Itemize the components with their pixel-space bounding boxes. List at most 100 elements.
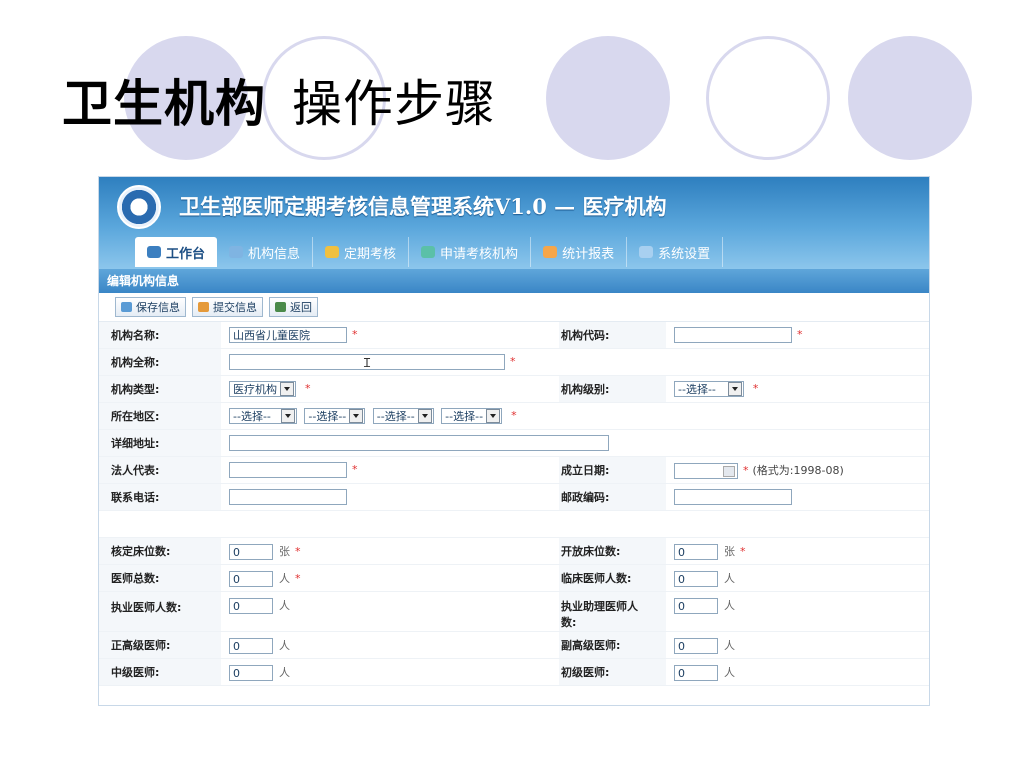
tab-label: 工作台 [166, 246, 206, 262]
phone-input[interactable] [229, 489, 347, 505]
assoc-senior-doctors-label: 副高级医师: [559, 631, 666, 659]
required-mark: * [295, 544, 301, 558]
form-row: 法人代表: * 成立日期: * (格式为:1998-08) [99, 456, 929, 484]
submit-button[interactable]: 提交信息 [192, 297, 263, 317]
form-row: 机构名称: 山西省儿童医院 * 机构代码: * [99, 322, 929, 349]
region-county-select[interactable]: --选择-- [372, 408, 434, 424]
required-mark: * [752, 382, 759, 395]
founded-date-label: 成立日期: [559, 456, 666, 484]
region-selected-value: --选择-- [308, 410, 347, 423]
save-icon [121, 302, 132, 312]
region-city-select[interactable]: --选择-- [304, 408, 366, 424]
date-format-hint: (格式为:1998-08) [752, 463, 844, 477]
region-town-select[interactable]: --选择-- [441, 408, 503, 424]
decor-circle-outline [706, 36, 830, 160]
unit-label: 人 [279, 599, 290, 612]
form-row: 医师总数: 0 人 * 临床医师人数: 0人 [99, 564, 929, 592]
required-mark: * [352, 463, 358, 476]
chevron-down-icon [349, 409, 364, 423]
type-selected-value: 医疗机构 [233, 383, 277, 396]
form-row: 核定床位数: 0 张 * 开放床位数: 0 张 * [99, 537, 929, 565]
form-row: 机构全称: Ｉ * [99, 348, 929, 376]
clinical-doctors-input[interactable]: 0 [674, 570, 718, 587]
chevron-down-icon [486, 409, 501, 423]
institution-type-select[interactable]: 医疗机构 [229, 381, 296, 397]
type-label: 机构类型: [99, 375, 221, 403]
total-doctors-input[interactable]: 0 [229, 570, 273, 587]
practicing-doctors-label: 执业医师人数: [99, 591, 221, 632]
slide-title-bold: 卫生机构 [62, 74, 266, 133]
clinical-doctors-label: 临床医师人数: [559, 564, 666, 592]
postal-code-input[interactable] [674, 489, 792, 505]
assessment-icon [325, 246, 340, 258]
save-button[interactable]: 保存信息 [115, 297, 186, 317]
founded-date-input[interactable] [674, 462, 738, 479]
institution-icon [229, 246, 244, 258]
chevron-down-icon [727, 382, 742, 396]
decor-circle-filled [848, 36, 972, 160]
junior-doctors-label: 初级医师: [559, 658, 666, 686]
unit-label: 人 [724, 599, 735, 612]
name-label: 机构名称: [99, 322, 221, 349]
tab-periodic-assessment[interactable]: 定期考核 [313, 237, 410, 267]
text-cursor-icon: Ｉ [361, 356, 374, 370]
back-arrow-icon [275, 302, 286, 312]
approved-beds-input[interactable]: 0 [229, 543, 273, 560]
unit-label: 人 [724, 571, 735, 585]
form-row: 中级医师: 0人 初级医师: 0人 [99, 658, 929, 686]
tab-system-settings[interactable]: 系统设置 [627, 237, 724, 267]
junior-doctors-input[interactable]: 0 [674, 664, 718, 681]
calendar-icon[interactable] [723, 466, 735, 477]
unit-label: 张 [724, 544, 735, 558]
tab-workbench[interactable]: 工作台 [135, 237, 218, 267]
tab-label: 申请考核机构 [440, 246, 519, 262]
tab-statistics-report[interactable]: 统计报表 [531, 237, 628, 267]
report-icon [543, 246, 558, 258]
level-label: 机构级别: [559, 375, 666, 403]
code-label: 机构代码: [559, 322, 666, 349]
tab-apply-assessment-org[interactable]: 申请考核机构 [409, 237, 532, 267]
senior-doctors-input[interactable]: 0 [229, 637, 273, 654]
tab-institution-info[interactable]: 机构信息 [217, 237, 314, 267]
region-selected-value: --选择-- [376, 410, 415, 423]
institution-code-input[interactable] [674, 327, 792, 343]
address-label: 详细地址: [99, 429, 221, 457]
senior-doctors-label: 正高级医师: [99, 631, 221, 659]
middle-doctors-input[interactable]: 0 [229, 664, 273, 681]
institution-name-input[interactable]: 山西省儿童医院 [229, 327, 347, 343]
middle-doctors-label: 中级医师: [99, 658, 221, 686]
institution-level-select[interactable]: --选择-- [674, 381, 744, 397]
practicing-doctors-input[interactable]: 0 [229, 598, 273, 614]
unit-label: 人 [279, 571, 290, 585]
required-mark: * [305, 382, 311, 395]
region-label: 所在地区: [99, 402, 221, 430]
approved-beds-label: 核定床位数: [99, 537, 221, 565]
unit-label: 人 [279, 665, 290, 679]
back-button-label: 返回 [290, 301, 312, 314]
unit-label: 人 [724, 665, 735, 679]
main-nav-tabs: 工作台 机构信息 定期考核 申请考核机构 统计报表 系统设置 [135, 237, 724, 267]
slide-title: 卫生机构 操作步骤 [62, 64, 496, 136]
region-province-select[interactable]: --选择-- [229, 408, 297, 424]
form-row: 详细地址: [99, 429, 929, 457]
chevron-down-icon [280, 382, 294, 396]
app-header: 卫生部医师定期考核信息管理系统V1.0 — 医疗机构 工作台 机构信息 定期考核… [99, 177, 929, 269]
settings-icon [639, 246, 654, 258]
institution-form: 机构名称: 山西省儿童医院 * 机构代码: * 机构全称: Ｉ * 机构类型: 医疗… [99, 322, 929, 686]
back-button[interactable]: 返回 [269, 297, 318, 317]
total-doctors-label: 医师总数: [99, 564, 221, 592]
address-input[interactable] [229, 435, 609, 451]
tab-label: 统计报表 [562, 246, 615, 262]
institution-fullname-input[interactable]: Ｉ [229, 354, 505, 370]
chevron-down-icon [280, 409, 295, 423]
legal-rep-input[interactable] [229, 462, 347, 478]
form-row: 正高级医师: 0人 副高级医师: 0人 [99, 631, 929, 659]
assoc-senior-doctors-input[interactable]: 0 [674, 637, 718, 654]
assistant-doctors-input[interactable]: 0 [674, 598, 718, 614]
region-selected-value: --选择-- [445, 410, 484, 423]
tab-label: 定期考核 [344, 246, 397, 262]
assistant-doctors-label: 执业助理医师人数: [559, 591, 666, 632]
save-button-label: 保存信息 [136, 301, 180, 314]
open-beds-input[interactable]: 0 [674, 543, 718, 560]
tab-label: 机构信息 [248, 246, 301, 262]
